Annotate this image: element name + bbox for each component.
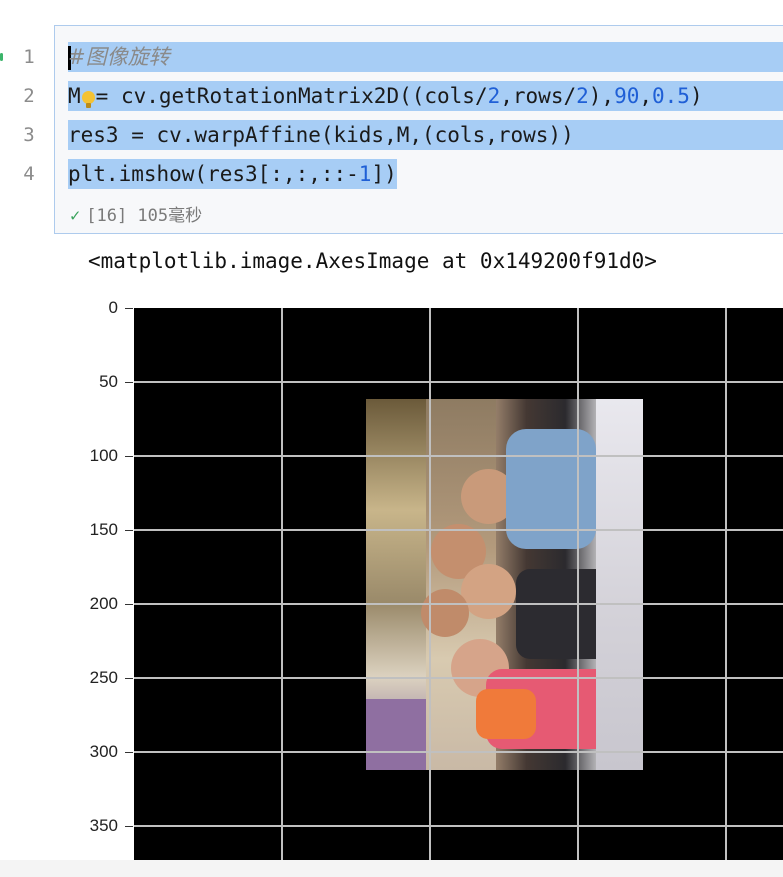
- y-tick-mark: [125, 530, 133, 531]
- y-tick-mark: [125, 382, 133, 383]
- execution-status: ✓ [16] 105毫秒: [70, 201, 202, 226]
- code-number: 0.5: [652, 84, 690, 108]
- code-token: ): [689, 84, 703, 108]
- photo-purple-wall: [366, 699, 426, 770]
- photo-face: [421, 589, 469, 637]
- code-line-4[interactable]: plt.imshow(res3[:,:,::-1]): [68, 159, 397, 189]
- y-tick-mark: [125, 752, 133, 753]
- y-tick-mark: [125, 604, 133, 605]
- code-token: M: [68, 84, 81, 108]
- line-number: 3: [23, 124, 35, 146]
- y-tick-label: 200: [89, 594, 118, 613]
- code-number: 90: [614, 84, 640, 108]
- code-number: 1: [358, 162, 372, 186]
- code-token: res3 = cv.warpAffine(kids,M,(cols,rows)): [68, 123, 574, 147]
- photo-blue-shirt: [506, 429, 596, 549]
- execution-time: [16] 105毫秒: [86, 206, 203, 226]
- output-repr: <matplotlib.image.AxesImage at 0x149200f…: [88, 249, 657, 273]
- photo-couch: [596, 399, 643, 770]
- rotated-photo: [366, 399, 643, 770]
- photo-orange-sleeve: [476, 689, 536, 739]
- run-indicator: [0, 53, 3, 61]
- code-token: = cv.getRotationMatrix2D((cols/: [95, 84, 488, 108]
- y-tick-label: 250: [89, 668, 118, 687]
- code-comment: #图像旋转: [68, 45, 170, 69]
- code-line-2[interactable]: M = cv.getRotationMatrix2D((cols/2,rows/2…: [68, 81, 783, 111]
- lightbulb-icon[interactable]: [81, 90, 95, 108]
- y-tick-label: 300: [89, 742, 118, 761]
- y-tick-mark: [125, 678, 133, 679]
- code-line-3[interactable]: res3 = cv.warpAffine(kids,M,(cols,rows)): [68, 120, 783, 150]
- line-number: 1: [23, 46, 35, 68]
- code-token: ]): [371, 162, 397, 186]
- code-token: ),: [588, 84, 615, 108]
- y-tick-label: 350: [89, 816, 118, 835]
- check-icon: ✓: [70, 206, 81, 226]
- y-tick-label: 50: [99, 372, 118, 391]
- code-line-1[interactable]: #图像旋转: [68, 42, 783, 72]
- code-number: 2: [487, 84, 501, 108]
- bottom-scrollbar[interactable]: [0, 860, 783, 877]
- code-token: plt.imshow(res3[:,:,::-: [68, 162, 359, 186]
- line-number: 4: [23, 163, 35, 185]
- code-number: 2: [576, 84, 589, 108]
- y-tick-mark: [125, 456, 133, 457]
- y-tick-mark: [125, 826, 133, 827]
- y-tick-mark: [125, 308, 133, 309]
- image-plot: [134, 308, 783, 860]
- photo-face: [461, 564, 516, 619]
- code-token: ,: [639, 84, 653, 108]
- y-tick-label: 150: [89, 520, 118, 539]
- code-token: ,rows/: [500, 84, 577, 108]
- line-number: 2: [23, 85, 35, 107]
- y-tick-label: 100: [89, 446, 118, 465]
- y-tick-label: 0: [108, 298, 118, 317]
